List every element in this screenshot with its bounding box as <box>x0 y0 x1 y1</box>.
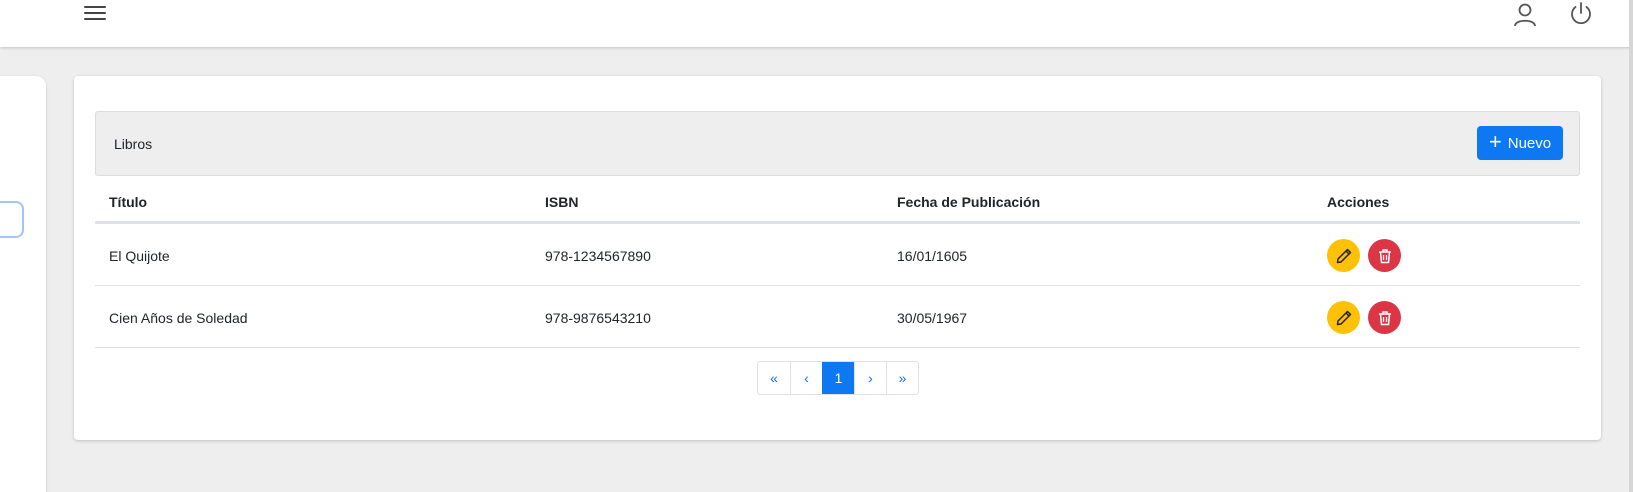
scrollbar[interactable] <box>1629 0 1633 492</box>
power-icon[interactable] <box>1568 1 1594 27</box>
table-header: Título ISBN Fecha de Publicación Accione… <box>95 176 1580 224</box>
plus-icon: + <box>1488 129 1502 154</box>
books-table: Título ISBN Fecha de Publicación Accione… <box>95 176 1580 348</box>
hamburger-menu-icon[interactable] <box>84 4 106 22</box>
pencil-edit-icon <box>1336 310 1351 325</box>
delete-button[interactable] <box>1368 239 1401 272</box>
cell-titulo: Cien Años de Soledad <box>109 310 248 326</box>
delete-button[interactable] <box>1368 301 1401 334</box>
trash-delete-icon <box>1378 310 1391 325</box>
prev-page-button[interactable]: ‹ <box>790 362 822 394</box>
cell-fecha: 16/01/1605 <box>897 248 968 264</box>
top-navbar <box>0 0 1633 47</box>
cell-fecha: 30/05/1967 <box>897 310 968 326</box>
cell-isbn: 978-9876543210 <box>545 310 651 326</box>
next-page-button[interactable]: › <box>854 362 886 394</box>
header-fecha[interactable]: Fecha de Publicación <box>897 194 1040 210</box>
cell-titulo: El Quijote <box>109 248 170 264</box>
last-page-button[interactable]: » <box>886 362 918 394</box>
card-title: Libros <box>114 136 153 152</box>
pagination: « ‹ 1 › » <box>757 361 919 395</box>
new-button-label: Nuevo <box>1507 134 1552 152</box>
header-titulo[interactable]: Título <box>109 194 147 210</box>
new-book-button[interactable]: + Nuevo <box>1477 126 1563 160</box>
first-page-button[interactable]: « <box>758 362 790 394</box>
header-acciones: Acciones <box>1327 194 1390 210</box>
card-header: Libros + Nuevo <box>95 111 1580 176</box>
pencil-edit-icon <box>1336 248 1351 263</box>
side-panel <box>0 76 46 492</box>
row-actions <box>1327 301 1401 334</box>
cell-isbn: 978-1234567890 <box>545 248 651 264</box>
table-row: El Quijote 978-1234567890 16/01/1605 <box>95 224 1580 286</box>
side-input-field[interactable] <box>0 201 24 238</box>
page-1-button[interactable]: 1 <box>822 362 854 394</box>
trash-delete-icon <box>1378 248 1391 263</box>
edit-button[interactable] <box>1327 301 1360 334</box>
table-row: Cien Años de Soledad 978-9876543210 30/0… <box>95 286 1580 348</box>
row-actions <box>1327 239 1401 272</box>
user-icon[interactable] <box>1513 2 1537 28</box>
header-isbn[interactable]: ISBN <box>545 194 578 210</box>
edit-button[interactable] <box>1327 239 1360 272</box>
